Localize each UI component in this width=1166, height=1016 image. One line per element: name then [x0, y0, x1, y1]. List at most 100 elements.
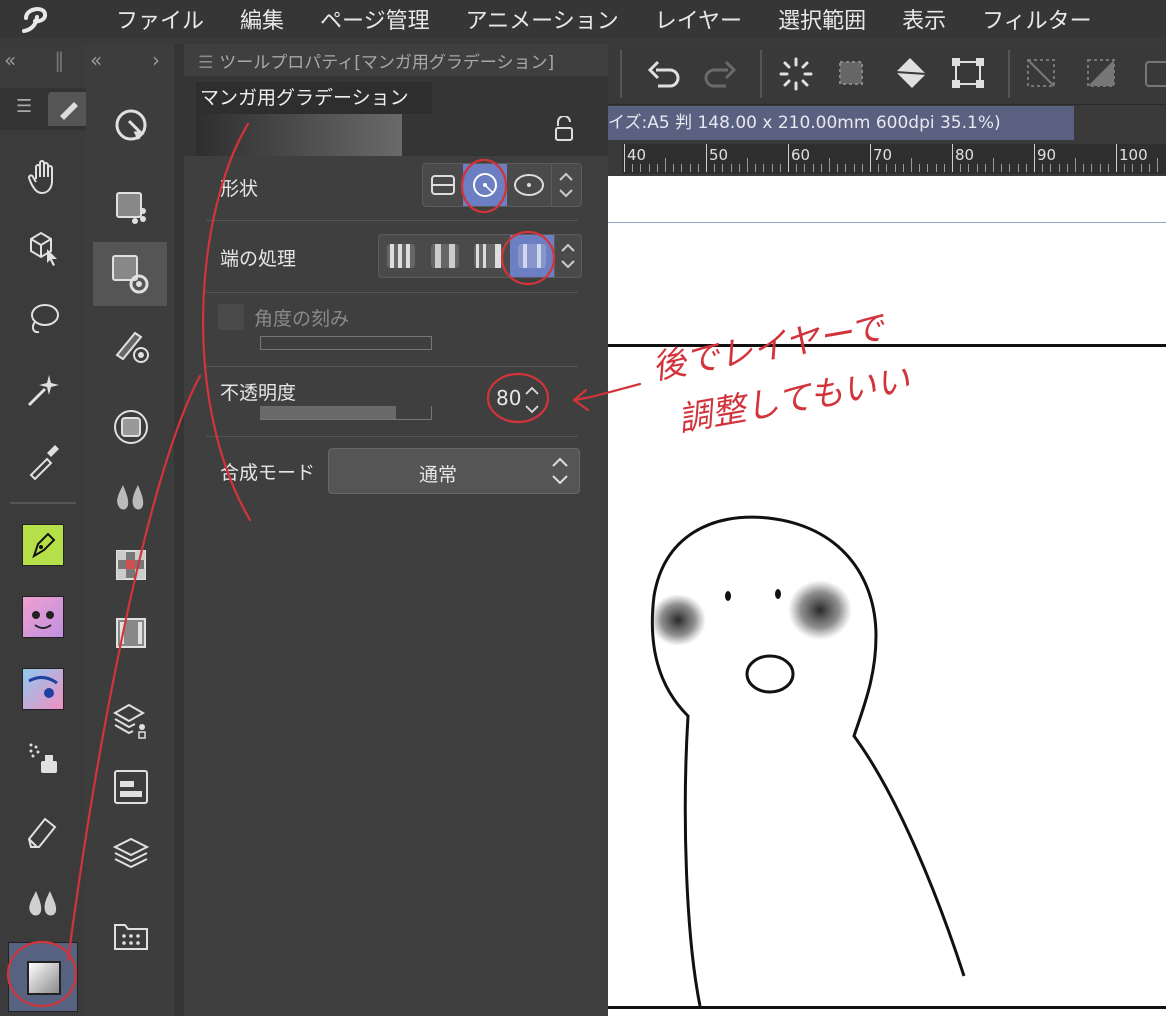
ruler-tick-label: 50	[709, 146, 729, 164]
collapse-left-button[interactable]: «	[4, 48, 16, 72]
sticker-icon[interactable]	[18, 592, 68, 642]
app-logo-icon[interactable]	[0, 0, 70, 38]
tool-palette-header: « ‖	[0, 44, 86, 76]
angle-slider[interactable]	[260, 336, 432, 350]
preset-name[interactable]: マンガ用グラデーション	[196, 82, 432, 114]
layer-property-gear-icon[interactable]	[93, 242, 167, 306]
blend-icon[interactable]	[18, 878, 68, 928]
ruler-minor-tick	[738, 164, 740, 172]
gradient-icon[interactable]	[8, 942, 78, 1012]
ruler-minor-tick	[1058, 164, 1060, 172]
menu-filter[interactable]: フィルター	[982, 3, 1092, 35]
ruler-minor-tick	[919, 164, 921, 172]
menu-selection[interactable]: 選択範囲	[778, 3, 866, 35]
fill-bucket-icon[interactable]	[890, 54, 932, 96]
undo-icon[interactable]	[644, 56, 684, 96]
ruler-minor-tick	[927, 164, 929, 172]
loading-spinner-icon[interactable]	[776, 56, 816, 96]
blend-mode-select[interactable]: 通常	[328, 448, 580, 494]
edge-transparent-icon[interactable]	[510, 235, 555, 277]
divider	[206, 220, 578, 221]
layer-move-icon[interactable]	[106, 182, 156, 232]
shape-linear-icon[interactable]	[423, 164, 463, 206]
fill-icon[interactable]	[106, 402, 156, 452]
ruler-minor-tick	[656, 164, 658, 172]
collapse-right-button[interactable]: «	[90, 48, 102, 72]
unlock-icon[interactable]	[552, 115, 576, 146]
hand-icon[interactable]	[18, 152, 68, 202]
ruler-minor-tick	[1017, 164, 1019, 172]
canvas-page[interactable]	[608, 176, 1166, 1016]
edge-stepper-icon[interactable]	[554, 235, 581, 277]
ruler-tick	[624, 144, 625, 172]
lasso-icon[interactable]	[18, 294, 68, 344]
menu-layer[interactable]: レイヤー	[655, 3, 742, 35]
menu-edit[interactable]: 編集	[240, 3, 284, 35]
ruler-minor-tick	[665, 158, 666, 172]
ruler-tick	[706, 144, 707, 172]
edge-stretch-icon[interactable]	[467, 235, 511, 277]
ruler-minor-tick	[771, 164, 773, 172]
opacity-value[interactable]: 80	[496, 386, 521, 410]
crop-icon[interactable]	[1140, 56, 1166, 96]
ruler-minor-tick	[820, 164, 822, 172]
navigator-icon[interactable]	[106, 762, 156, 812]
layers-icon[interactable]	[106, 828, 156, 878]
opacity-slider[interactable]	[260, 406, 432, 420]
ruler-minor-tick	[1132, 164, 1134, 172]
panel-grip-icon[interactable]: ‖	[54, 48, 64, 72]
ruler-tick-label: 70	[873, 146, 893, 164]
film-icon[interactable]	[106, 608, 156, 658]
clear-outside-icon[interactable]	[1022, 56, 1062, 96]
layer-search-icon[interactable]	[106, 694, 156, 744]
menu-page[interactable]: ページ管理	[320, 3, 430, 35]
tool-tab-strip: ☰	[0, 88, 86, 130]
ruler-minor-tick	[976, 164, 978, 172]
menu-view[interactable]: 表示	[902, 3, 946, 35]
brush-circle-icon[interactable]	[106, 320, 156, 370]
ruler-minor-tick	[1066, 164, 1068, 172]
pen-icon[interactable]	[18, 520, 68, 570]
ruler-tick	[1116, 144, 1117, 172]
airbrush-icon[interactable]	[18, 734, 68, 784]
angle-label: 角度の刻み	[254, 308, 350, 330]
shape-ellipse-icon[interactable]	[507, 164, 551, 206]
shape-stepper-icon[interactable]	[551, 164, 580, 206]
angle-checkbox[interactable]	[218, 304, 244, 330]
canvas-area: イズ:A5 判 148.00 x 210.00mm 600dpi 35.1%) …	[608, 44, 1166, 1016]
decoration-icon[interactable]	[18, 664, 68, 714]
ruler-minor-tick	[673, 164, 675, 172]
ruler-minor-tick	[1001, 164, 1003, 172]
ruler-minor-tick	[960, 164, 962, 172]
divider	[206, 436, 578, 437]
pen-tab-icon[interactable]	[48, 92, 86, 126]
transform-icon[interactable]	[948, 54, 988, 96]
eyedropper-icon[interactable]	[18, 436, 68, 486]
panel-menu-icon[interactable]: ☰	[198, 53, 213, 73]
deselect-icon[interactable]	[832, 56, 872, 96]
fill-selection-icon[interactable]	[1082, 56, 1122, 96]
ruler-minor-tick	[1009, 164, 1011, 172]
expand-button[interactable]: ›	[152, 48, 160, 72]
operation-icon[interactable]	[106, 100, 156, 150]
material-icon[interactable]	[106, 910, 156, 960]
menu-animation[interactable]: アニメーション	[466, 3, 619, 35]
shape-circle-icon[interactable]	[463, 164, 507, 206]
edge-reverse-icon[interactable]	[423, 235, 467, 277]
object-select-icon[interactable]	[18, 222, 68, 272]
magic-wand-icon[interactable]	[18, 364, 68, 414]
drops-icon[interactable]	[106, 472, 156, 522]
chevron-updown-icon	[551, 455, 569, 491]
edge-repeat-icon[interactable]	[379, 235, 423, 277]
eraser-icon[interactable]	[18, 806, 68, 856]
opacity-stepper-icon[interactable]	[524, 384, 540, 420]
ruler-minor-tick	[681, 164, 683, 172]
redo-icon[interactable]	[700, 56, 740, 96]
menu-file[interactable]: ファイル	[116, 3, 204, 35]
pattern-grid-icon[interactable]	[106, 540, 156, 590]
ruler-tick-label: 60	[791, 146, 811, 164]
menu-icon[interactable]: ☰	[16, 96, 32, 117]
ruler-minor-tick	[894, 164, 896, 172]
ruler-minor-tick	[1099, 164, 1101, 172]
ruler-tick	[1034, 144, 1035, 172]
